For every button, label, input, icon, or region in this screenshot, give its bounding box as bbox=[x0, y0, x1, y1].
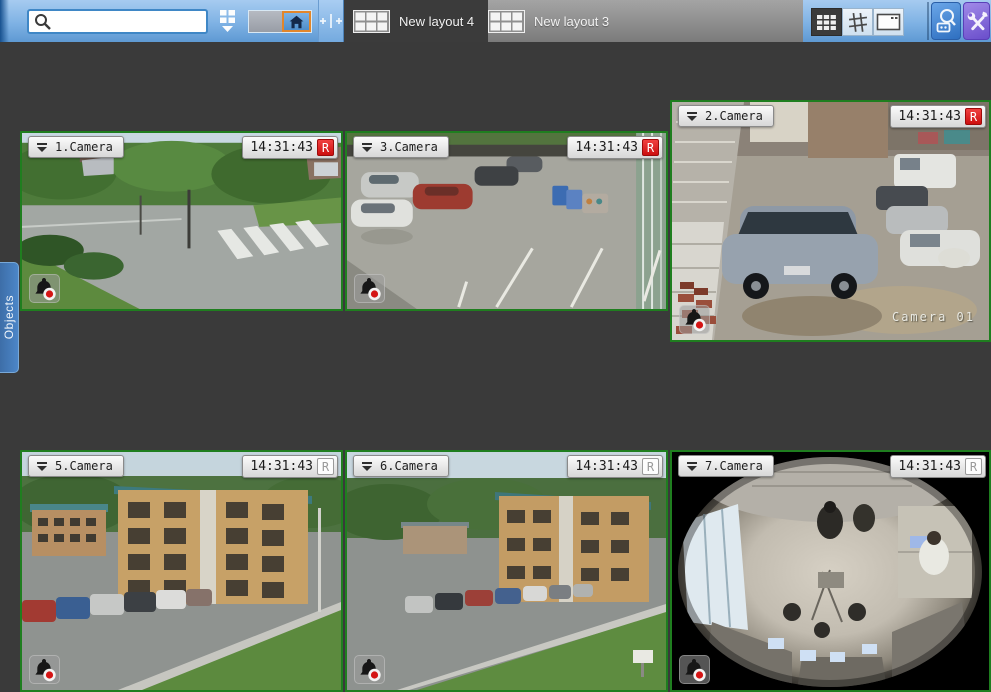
chevron-down-icon bbox=[685, 111, 699, 121]
search-input[interactable] bbox=[52, 14, 206, 29]
tab-label: New layout 4 bbox=[399, 14, 474, 29]
alarm-icon[interactable] bbox=[679, 655, 710, 684]
alarm-icon[interactable] bbox=[354, 274, 385, 303]
window-view-icon bbox=[876, 12, 901, 32]
camera-7-video bbox=[672, 452, 989, 690]
camera-tile-1[interactable]: 1.Camera 14:31:43 R bbox=[20, 131, 343, 311]
timestamp-badge: 14:31:43 R bbox=[567, 455, 663, 478]
camera-3-video bbox=[347, 133, 666, 309]
camera-osd-text: Camera 01 bbox=[892, 310, 975, 324]
timestamp-badge: 14:31:43 R bbox=[242, 136, 338, 159]
camera-6-video bbox=[347, 452, 666, 690]
camera-1-video bbox=[22, 133, 341, 309]
camera-5-video bbox=[22, 452, 341, 690]
timestamp: 14:31:43 bbox=[575, 459, 638, 474]
alarm-bell-icon bbox=[31, 276, 58, 301]
camera-menu-button[interactable]: 5.Camera bbox=[28, 455, 124, 477]
chevron-down-icon bbox=[222, 26, 233, 32]
alarm-bell-icon bbox=[681, 657, 708, 682]
camera-name: 1.Camera bbox=[55, 140, 113, 154]
record-indicator[interactable]: R bbox=[965, 108, 982, 125]
monitor-selector-home[interactable] bbox=[282, 11, 311, 32]
timestamp: 14:31:43 bbox=[250, 459, 313, 474]
settings-tools-button[interactable] bbox=[963, 2, 990, 40]
workspace: Objects bbox=[0, 42, 991, 692]
objects-tab-label: Objects bbox=[2, 295, 16, 339]
alarm-bell-icon bbox=[356, 276, 383, 301]
app-window: New layout 4 New layout 3 bbox=[0, 0, 991, 692]
timestamp: 14:31:43 bbox=[250, 140, 313, 155]
toolbar-separator bbox=[927, 2, 929, 40]
alarm-icon[interactable] bbox=[354, 655, 385, 684]
view-mode-group bbox=[811, 8, 904, 36]
camera-search-panel-button[interactable] bbox=[931, 2, 961, 40]
monitor-selector[interactable] bbox=[248, 10, 312, 33]
panel-splitter-handle[interactable] bbox=[318, 0, 344, 42]
timestamp-badge: 14:31:43 R bbox=[890, 455, 986, 478]
record-indicator[interactable]: R bbox=[642, 139, 659, 156]
chevron-down-icon bbox=[360, 461, 374, 471]
timestamp-badge: 14:31:43 R bbox=[890, 105, 986, 128]
camera-menu-button[interactable]: 6.Camera bbox=[353, 455, 449, 477]
camera-name: 2.Camera bbox=[705, 109, 763, 123]
mosaic-view-icon bbox=[817, 15, 836, 30]
alarm-icon[interactable] bbox=[679, 305, 710, 334]
alarm-bell-icon bbox=[681, 307, 708, 332]
layout-grid-selector-button[interactable] bbox=[212, 0, 242, 42]
grid-lines-icon bbox=[846, 10, 870, 34]
camera-tile-7[interactable]: 7.Camera 14:31:43 R bbox=[670, 450, 991, 692]
camera-name: 3.Camera bbox=[380, 140, 438, 154]
grid-lines-view-button[interactable] bbox=[842, 8, 873, 36]
camera-menu-button[interactable]: 3.Camera bbox=[353, 136, 449, 158]
layout-tab-icon bbox=[353, 10, 390, 33]
chevron-down-icon bbox=[685, 461, 699, 471]
top-toolbar: New layout 4 New layout 3 bbox=[0, 0, 991, 42]
objects-panel-tab[interactable]: Objects bbox=[0, 262, 19, 373]
layout-tab-strip: New layout 4 New layout 3 bbox=[344, 0, 803, 42]
record-indicator[interactable]: R bbox=[317, 139, 334, 156]
splitter-icon bbox=[319, 11, 343, 31]
home-icon bbox=[289, 15, 304, 29]
camera-search-icon bbox=[934, 7, 958, 35]
alarm-icon[interactable] bbox=[29, 655, 60, 684]
window-view-button[interactable] bbox=[873, 8, 904, 36]
tools-icon bbox=[965, 8, 989, 34]
timestamp-badge: 14:31:43 R bbox=[242, 455, 338, 478]
mosaic-view-button[interactable] bbox=[811, 8, 842, 36]
timestamp: 14:31:43 bbox=[898, 459, 961, 474]
chevron-down-icon bbox=[35, 461, 49, 471]
alarm-bell-icon bbox=[356, 657, 383, 682]
toolbar-right-panel bbox=[803, 0, 991, 42]
layout-grid-icon bbox=[220, 10, 235, 23]
camera-menu-button[interactable]: 7.Camera bbox=[678, 455, 774, 477]
camera-menu-button[interactable]: 2.Camera bbox=[678, 105, 774, 127]
chevron-down-icon bbox=[35, 142, 49, 152]
record-indicator[interactable]: R bbox=[317, 458, 334, 475]
record-indicator[interactable]: R bbox=[642, 458, 659, 475]
alarm-bell-icon bbox=[31, 657, 58, 682]
camera-tile-2[interactable]: 2.Camera 14:31:43 R Camera 01 bbox=[670, 100, 991, 342]
search-box bbox=[27, 9, 208, 34]
camera-name: 6.Camera bbox=[380, 459, 438, 473]
camera-tile-6[interactable]: 6.Camera 14:31:43 R bbox=[345, 450, 668, 692]
monitor-selector-secondary[interactable] bbox=[249, 11, 282, 32]
tab-new-layout-4[interactable]: New layout 4 bbox=[344, 0, 488, 42]
timestamp: 14:31:43 bbox=[898, 109, 961, 124]
timestamp: 14:31:43 bbox=[575, 140, 638, 155]
alarm-icon[interactable] bbox=[29, 274, 60, 303]
camera-tile-3[interactable]: 3.Camera 14:31:43 R bbox=[345, 131, 668, 311]
record-indicator[interactable]: R bbox=[965, 458, 982, 475]
toolbar-left-edge bbox=[0, 0, 9, 42]
camera-menu-button[interactable]: 1.Camera bbox=[28, 136, 124, 158]
chevron-down-icon bbox=[360, 142, 374, 152]
search-icon bbox=[33, 12, 52, 31]
tab-new-layout-3[interactable]: New layout 3 bbox=[479, 0, 623, 42]
camera-2-video bbox=[672, 102, 989, 340]
tab-label: New layout 3 bbox=[534, 14, 609, 29]
camera-name: 7.Camera bbox=[705, 459, 763, 473]
camera-name: 5.Camera bbox=[55, 459, 113, 473]
timestamp-badge: 14:31:43 R bbox=[567, 136, 663, 159]
layout-tab-icon bbox=[488, 10, 525, 33]
camera-tile-5[interactable]: 5.Camera 14:31:43 R bbox=[20, 450, 343, 692]
